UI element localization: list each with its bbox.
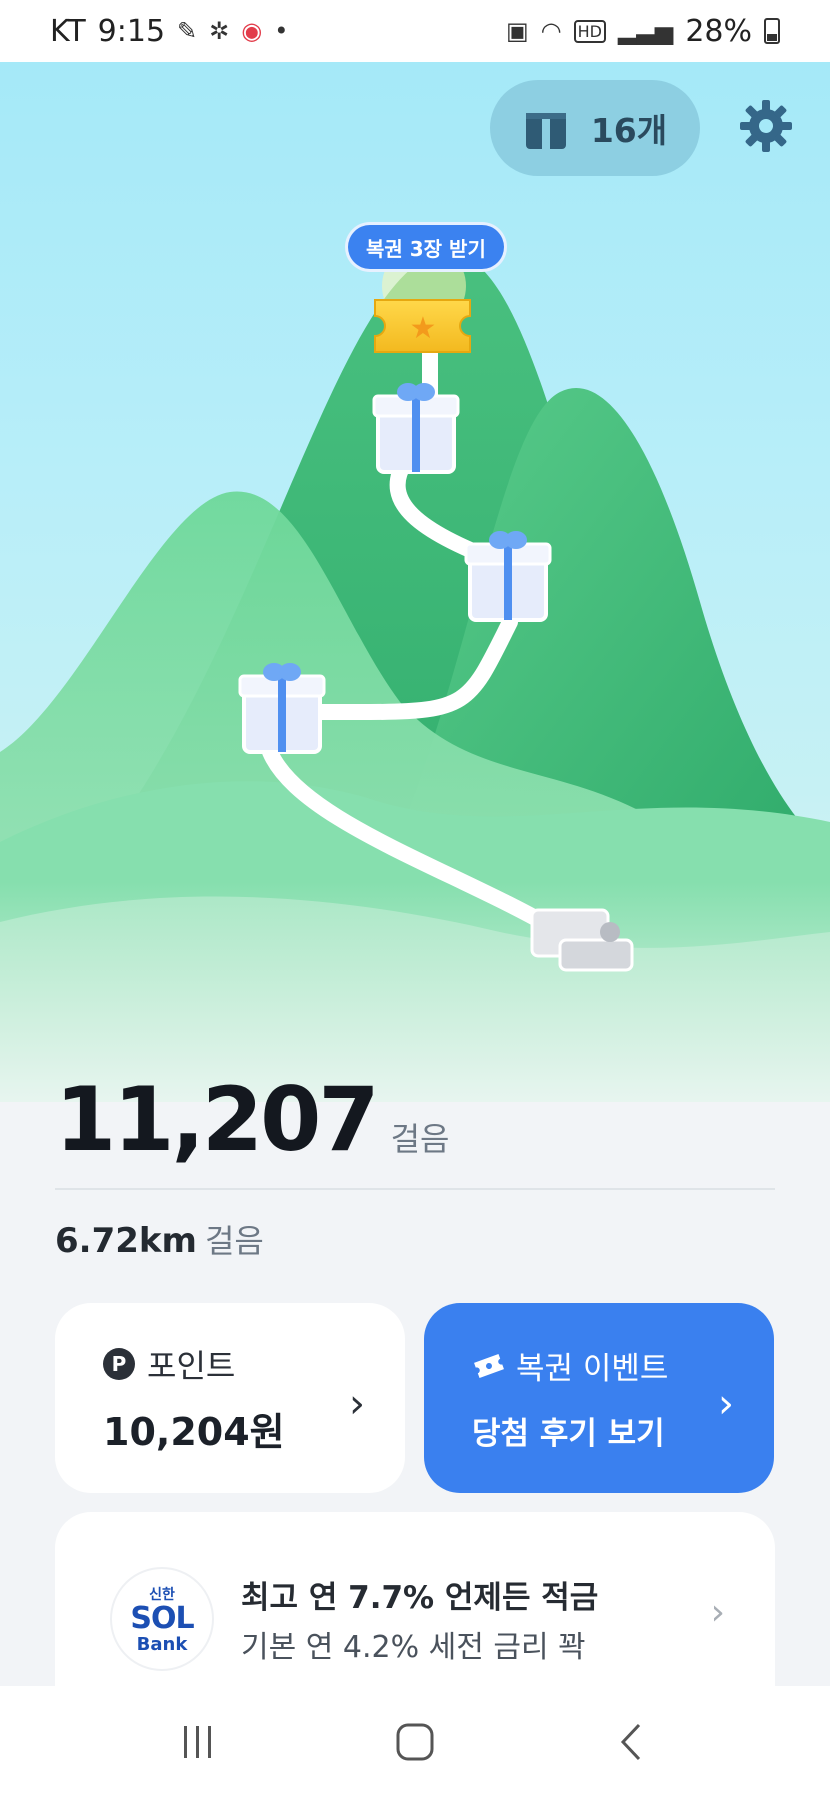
back-button[interactable] (602, 1712, 662, 1772)
bank-promo-subtitle: 기본 연 4.2% 세전 금리 꽉 (241, 1630, 586, 1665)
walking-map: ★ 16개 복권 3장 받기 (0, 62, 830, 1102)
settings-button[interactable] (738, 98, 794, 154)
app-notification-icon: ✲ (209, 17, 230, 45)
home-icon (396, 1723, 434, 1761)
status-bar: KT 9:15 ✎ ✲ ◉ • ▣ ◠ HD ▂▃▅ 28% (0, 0, 830, 62)
quick-notification-icon: ◉ (241, 17, 263, 45)
coupon-count: 16개 (590, 111, 668, 150)
gift-milestone-3[interactable] (238, 663, 326, 754)
battery-percent: 28% (685, 13, 752, 49)
recent-apps-icon (184, 1726, 212, 1758)
lottery-event-card[interactable]: 복권 이벤트 당첨 후기 보기 › (424, 1303, 774, 1493)
gift-milestone-2[interactable] (464, 531, 552, 622)
hd-voice-icon: HD (573, 19, 606, 43)
sim-icon: ▣ (505, 17, 529, 45)
step-unit: 걸음 (390, 1120, 450, 1158)
recent-apps-button[interactable] (168, 1712, 228, 1772)
coupon-count-button[interactable]: 16개 (490, 80, 700, 176)
distance-unit: 걸음 (204, 1222, 264, 1260)
battery-icon (764, 18, 780, 44)
step-count: 11,207 (55, 1068, 380, 1171)
points-badge-icon: P (103, 1348, 135, 1380)
more-notifications-icon: • (274, 17, 289, 45)
ticket-icon (474, 1353, 504, 1378)
home-button[interactable] (385, 1712, 445, 1772)
chevron-right-icon: › (349, 1381, 365, 1427)
bank-promo-title: 최고 연 7.7% 언제든 적금 (241, 1580, 599, 1616)
milestones (238, 383, 634, 972)
points-card[interactable]: P 포인트 10,204원 › (55, 1303, 405, 1493)
chevron-right-icon: › (710, 1592, 725, 1633)
wifi-icon: ◠ (540, 17, 562, 45)
clock: 9:15 (97, 13, 166, 49)
gift-box-icon (525, 109, 566, 149)
lottery-title: 복권 이벤트 (516, 1351, 669, 1387)
system-nav-bar (0, 1686, 830, 1798)
divider (55, 1188, 775, 1190)
chevron-right-icon: › (718, 1381, 734, 1427)
points-title: 포인트 (147, 1347, 236, 1385)
sol-bank-logo: 신한 SOL Bank (110, 1567, 214, 1671)
gear-icon (740, 100, 792, 152)
gift-milestone-1[interactable] (372, 383, 460, 474)
walk-notification-icon: ✎ (177, 17, 198, 45)
start-marker (530, 908, 634, 972)
carrier-label: KT (50, 13, 86, 49)
signal-icon: ▂▃▅ (617, 17, 674, 45)
distance-value: 6.72km (55, 1221, 197, 1261)
summit-reward-label[interactable]: 복권 3장 받기 (348, 225, 504, 269)
back-icon (620, 1723, 640, 1761)
